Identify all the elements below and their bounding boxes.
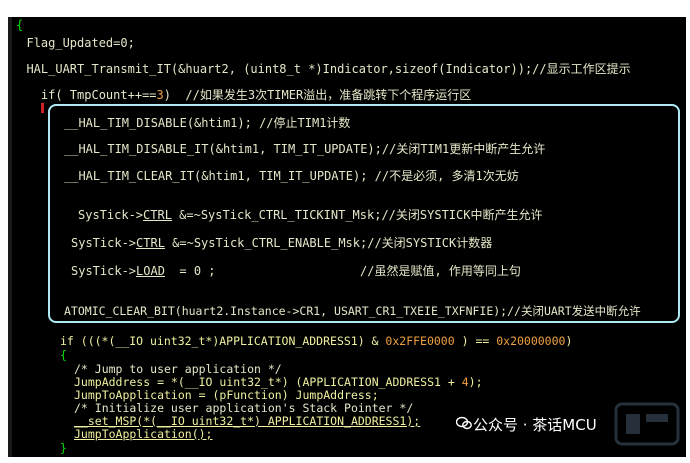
jumpaddress-text: JumpAddress = *(__IO uint32_t*) (APPLICA… xyxy=(74,375,462,389)
code-line-if: if( TmpCount++==3) //如果发生3次TIMER溢出，准备跳转下… xyxy=(12,88,471,102)
code-line-jumpaddress: JumpAddress = *(__IO uint32_t*) (APPLICA… xyxy=(74,375,483,389)
code-line-systick-tickint: SysTick->CTRL &=~SysTick_CTRL_TICKINT_Ms… xyxy=(78,208,542,222)
code-brace-3: } xyxy=(60,441,67,455)
ctrl-field: CTRL xyxy=(143,208,172,222)
watermark-text: 公众号 · 茶话MCU xyxy=(473,416,597,434)
code-line-uart: HAL_UART_Transmit_IT(&huart2, (uint8_t *… xyxy=(12,62,631,76)
code-comment-jump: /* Jump to user application */ xyxy=(74,362,282,376)
code-line-tim-disable-it: __HAL_TIM_DISABLE_IT(&htim1, TIM_IT_UPDA… xyxy=(64,142,546,156)
systick-rest: &=~SysTick_CTRL_ENABLE_Msk;//关闭SYSTICK计数… xyxy=(164,236,493,250)
if2-mask: 0x2FFE0000 xyxy=(385,334,455,348)
if-text-a: if( TmpCount++== xyxy=(12,88,157,102)
code-line-jumptoapp-call: JumpToApplication(); xyxy=(74,427,213,441)
jumpaddress-end: ); xyxy=(468,375,483,389)
load-field: LOAD xyxy=(136,264,165,278)
systick-rest: &=~SysTick_CTRL_TICKINT_Msk;//关闭SYSTICK中… xyxy=(171,208,543,222)
systick-text: SysTick-> xyxy=(71,264,137,278)
jumpaddress-offset: 4 xyxy=(461,375,469,389)
systick-text: SysTick-> xyxy=(78,208,144,222)
code-line-if-address: if (((*(__IO uint32_t*)APPLICATION_ADDRE… xyxy=(60,334,572,348)
if-text-b: ) //如果发生3次TIMER溢出，准备跳转下个程序运行区 xyxy=(163,88,472,102)
code-line-flag: Flag_Updated=0; xyxy=(12,36,135,50)
code-brace-open: { xyxy=(16,18,24,32)
editor-gutter xyxy=(8,17,12,457)
if2-text-a: if (((*(__IO uint32_t*)APPLICATION_ADDRE… xyxy=(60,334,386,348)
code-line-set-msp: __set_MSP(*(__IO uint32_t*) APPLICATION_… xyxy=(74,414,421,428)
corner-logo-icon xyxy=(614,402,680,446)
code-comment-msp: /* Initialize user application's Stack P… xyxy=(74,401,414,415)
if-number: 3 xyxy=(156,88,164,102)
code-editor[interactable]: { Flag_Updated=0; HAL_UART_Transmit_IT(&… xyxy=(8,17,686,457)
code-line-tim-disable: __HAL_TIM_DISABLE(&htim1); //停止TIM1计数 xyxy=(64,116,351,130)
ctrl-field: CTRL xyxy=(136,236,165,250)
code-line-systick-load: SysTick->LOAD = 0 ; //虽然是赋值, 作用等同上句 xyxy=(71,264,521,278)
code-line-atomic-clear: ATOMIC_CLEAR_BIT(huart2.Instance->CR1, U… xyxy=(64,304,641,318)
systick-text: SysTick-> xyxy=(71,236,137,250)
if2-text-c: ) xyxy=(565,334,573,348)
if2-value: 0x20000000 xyxy=(496,334,566,348)
systick-rest: = 0 ; //虽然是赋值, 作用等同上句 xyxy=(164,264,521,278)
code-line-tim-clear-it: __HAL_TIM_CLEAR_IT(&htim1, TIM_IT_UPDATE… xyxy=(64,169,519,183)
code-line-jumptoapp-assign: JumpToApplication = (pFunction) JumpAddr… xyxy=(74,388,379,402)
if2-text-b: ) == xyxy=(454,334,497,348)
wechat-icon xyxy=(456,416,472,430)
code-brace-2: { xyxy=(60,348,67,362)
breakpoint-marker xyxy=(41,103,44,113)
code-line-systick-enable: SysTick->CTRL &=~SysTick_CTRL_ENABLE_Msk… xyxy=(71,236,492,250)
